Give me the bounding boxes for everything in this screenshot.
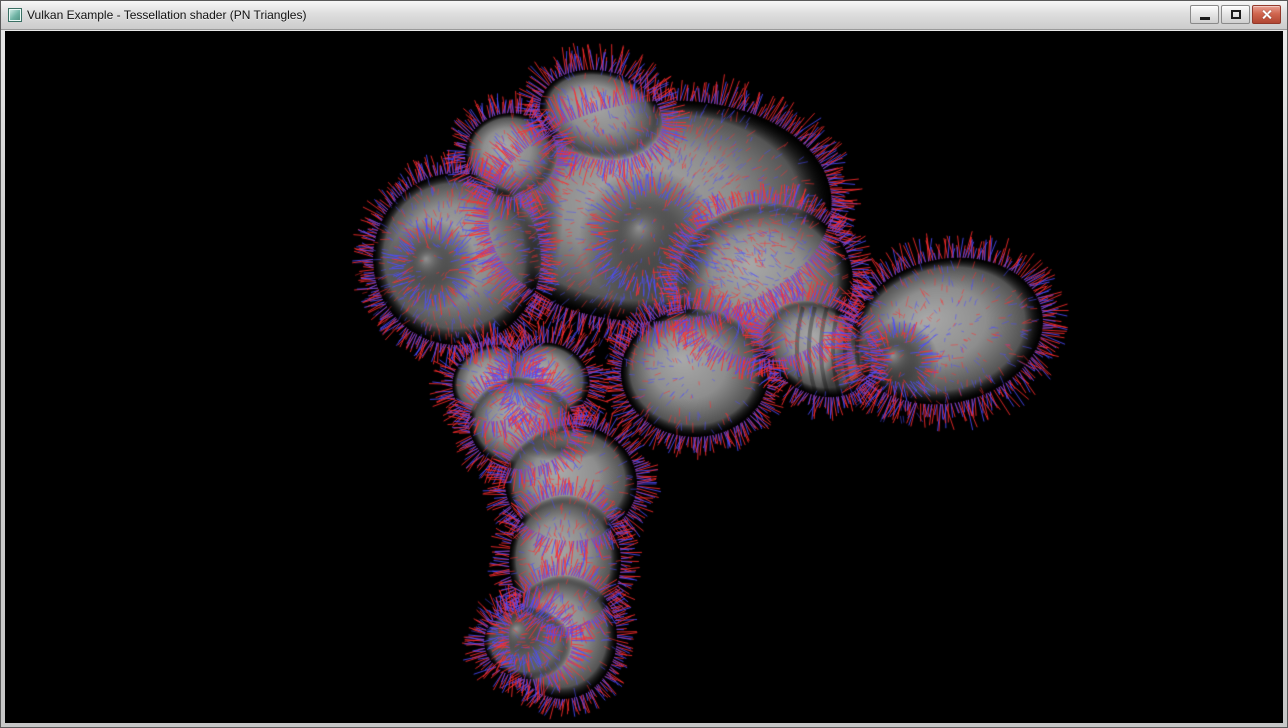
app-icon <box>8 8 22 22</box>
close-icon <box>1261 9 1272 20</box>
titlebar[interactable]: Vulkan Example - Tessellation shader (PN… <box>1 1 1287 30</box>
window-title: Vulkan Example - Tessellation shader (PN… <box>27 8 306 22</box>
tessellation-render-canvas[interactable] <box>5 31 1283 723</box>
maximize-icon <box>1231 10 1241 19</box>
close-button[interactable] <box>1252 5 1281 24</box>
render-viewport[interactable] <box>5 31 1283 723</box>
app-window: Vulkan Example - Tessellation shader (PN… <box>0 0 1288 728</box>
minimize-button[interactable] <box>1190 5 1219 24</box>
minimize-icon <box>1200 17 1210 20</box>
window-controls <box>1190 5 1281 24</box>
maximize-button[interactable] <box>1221 5 1250 24</box>
